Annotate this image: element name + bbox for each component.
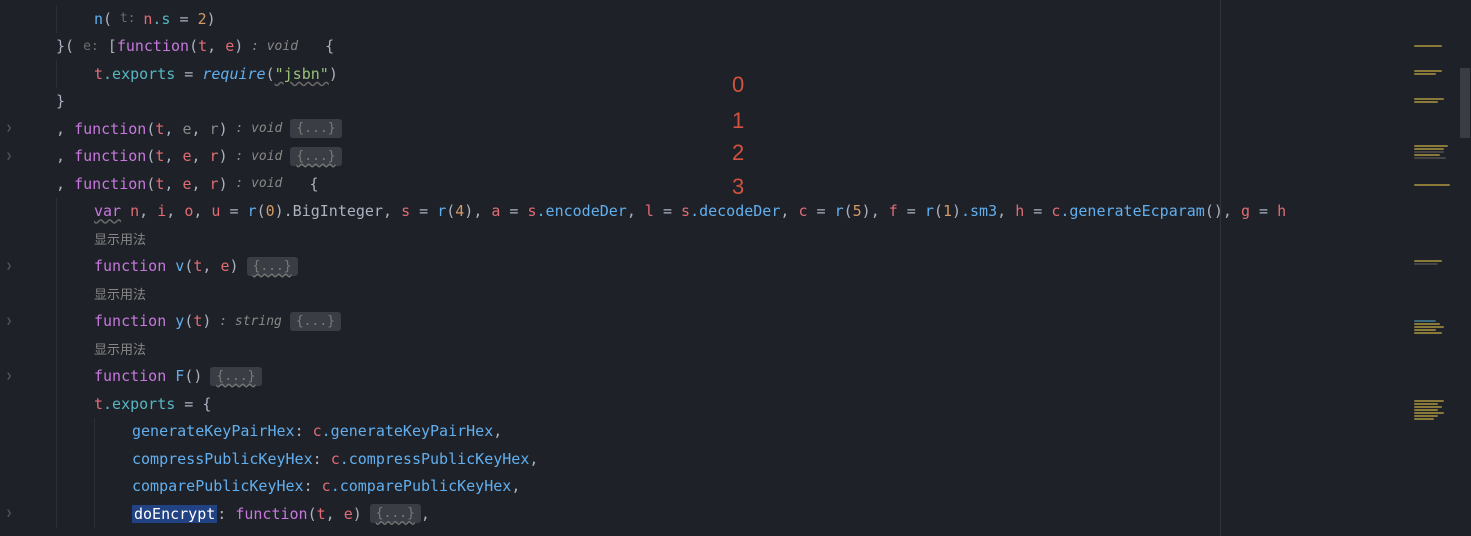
code-editor: ❯ ❯ ❯ ❯ ❯ ❯ n( t: n.s = 2) }( e: [functi… — [0, 0, 1471, 536]
code-line[interactable]: n( t: n.s = 2) — [18, 5, 1471, 33]
fold-placeholder — [0, 225, 18, 253]
fold-placeholder — [0, 418, 18, 446]
fold-placeholder — [0, 390, 18, 418]
code-line[interactable]: t.exports = { — [18, 390, 1471, 418]
fold-placeholder — [0, 198, 18, 226]
fold-arrow-icon[interactable]: ❯ — [0, 500, 18, 528]
fold-gutter: ❯ ❯ ❯ ❯ ❯ ❯ — [0, 0, 18, 536]
code-line[interactable]: , function(t, e, r) : void { — [18, 170, 1471, 198]
code-line[interactable]: compressPublicKeyHex: c.compressPublicKe… — [18, 445, 1471, 473]
fold-placeholder — [0, 60, 18, 88]
vertical-scrollbar[interactable] — [1459, 0, 1471, 536]
code-line[interactable]: function F(){...} — [18, 363, 1471, 391]
code-line[interactable]: function y(t) : string{...} — [18, 308, 1471, 336]
fold-marker[interactable]: {...} — [290, 147, 341, 166]
fold-placeholder — [0, 170, 18, 198]
fold-arrow-icon[interactable]: ❯ — [0, 115, 18, 143]
minimap[interactable] — [1414, 0, 1459, 536]
right-margin-ruler — [1220, 0, 1221, 536]
fold-marker[interactable]: {...} — [210, 367, 261, 386]
selected-text[interactable]: doEncrypt — [132, 505, 217, 523]
code-line[interactable]: , function(t, e, r) : void{...} — [18, 143, 1471, 171]
inlay-hint[interactable]: 显示用法 — [18, 280, 1471, 308]
code-line[interactable]: var n, i, o, u = r(0).BigInteger, s = r(… — [18, 198, 1471, 226]
code-line[interactable]: generateKeyPairHex: c.generateKeyPairHex… — [18, 418, 1471, 446]
fold-arrow-icon[interactable]: ❯ — [0, 363, 18, 391]
fold-placeholder — [0, 473, 18, 501]
fold-placeholder — [0, 335, 18, 363]
fold-placeholder — [0, 33, 18, 61]
code-line[interactable]: doEncrypt: function(t, e){...}, — [18, 500, 1471, 528]
code-line[interactable]: function v(t, e){...} — [18, 253, 1471, 281]
code-line[interactable]: comparePublicKeyHex: c.comparePublicKeyH… — [18, 473, 1471, 501]
fold-arrow-icon[interactable]: ❯ — [0, 308, 18, 336]
fold-arrow-icon[interactable]: ❯ — [0, 143, 18, 171]
code-line[interactable]: t.exports = require("jsbn") — [18, 60, 1471, 88]
fold-placeholder — [0, 88, 18, 116]
fold-marker[interactable]: {...} — [290, 119, 341, 138]
code-line[interactable]: , function(t, e, r) : void{...} — [18, 115, 1471, 143]
code-line[interactable]: } — [18, 88, 1471, 116]
fold-placeholder — [0, 5, 18, 33]
fold-arrow-icon[interactable]: ❯ — [0, 253, 18, 281]
code-line[interactable]: }( e: [function(t, e) : void { — [18, 33, 1471, 61]
inlay-hint[interactable]: 显示用法 — [18, 335, 1471, 363]
fold-marker[interactable]: {...} — [290, 312, 341, 331]
fold-placeholder — [0, 445, 18, 473]
fold-marker[interactable]: {...} — [370, 504, 421, 523]
code-content[interactable]: n( t: n.s = 2) }( e: [function(t, e) : v… — [18, 0, 1471, 536]
fold-placeholder — [0, 280, 18, 308]
scrollbar-thumb[interactable] — [1460, 68, 1470, 138]
inlay-hint[interactable]: 显示用法 — [18, 225, 1471, 253]
fold-marker[interactable]: {...} — [247, 257, 298, 276]
